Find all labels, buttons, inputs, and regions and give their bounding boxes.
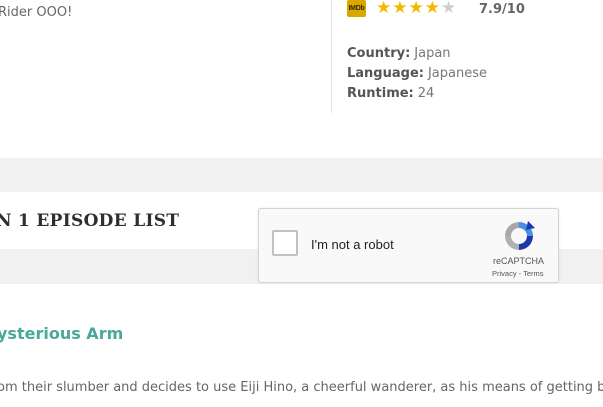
language-row: Language: Japanese (347, 66, 487, 81)
rating-value: 7.9/10 (479, 2, 525, 17)
privacy-link[interactable]: Privacy (492, 269, 517, 278)
recaptcha-widget: I'm not a robot reCAPTCHA Privacy - Term… (258, 208, 559, 283)
country-row: Country: Japan (347, 46, 451, 61)
synopsis-text: Rider OOO! (0, 5, 73, 20)
runtime-label: Runtime: (347, 86, 414, 101)
episode-list-heading: N 1 EPISODE LIST (0, 211, 180, 231)
language-value: Japanese (427, 66, 487, 81)
episode-title-link[interactable]: ysterious Arm (0, 324, 123, 343)
recaptcha-checkbox[interactable] (272, 230, 298, 256)
recaptcha-logo-icon (505, 221, 535, 250)
star-filled-icon: ★ (424, 0, 440, 18)
section-separator-band (0, 158, 603, 192)
runtime-row: Runtime: 24 (347, 86, 434, 101)
imdb-logo-icon: IMDb (347, 0, 366, 17)
recaptcha-links: Privacy - Terms (492, 269, 544, 278)
country-value: Japan (414, 46, 451, 61)
recaptcha-brand: reCAPTCHA (493, 256, 545, 266)
column-divider (331, 0, 332, 113)
terms-link[interactable]: Terms (523, 269, 543, 278)
language-label: Language: (347, 66, 424, 81)
star-empty-icon: ★ (441, 0, 457, 18)
star-filled-icon: ★ (376, 0, 392, 18)
star-filled-icon: ★ (392, 0, 408, 18)
star-rating: ★ ★ ★ ★ ★ (376, 0, 456, 18)
star-filled-icon: ★ (408, 0, 424, 18)
country-label: Country: (347, 46, 411, 61)
recaptcha-label: I'm not a robot (311, 237, 394, 252)
episode-description: om their slumber and decides to use Eiji… (0, 380, 603, 395)
runtime-value: 24 (417, 86, 435, 101)
